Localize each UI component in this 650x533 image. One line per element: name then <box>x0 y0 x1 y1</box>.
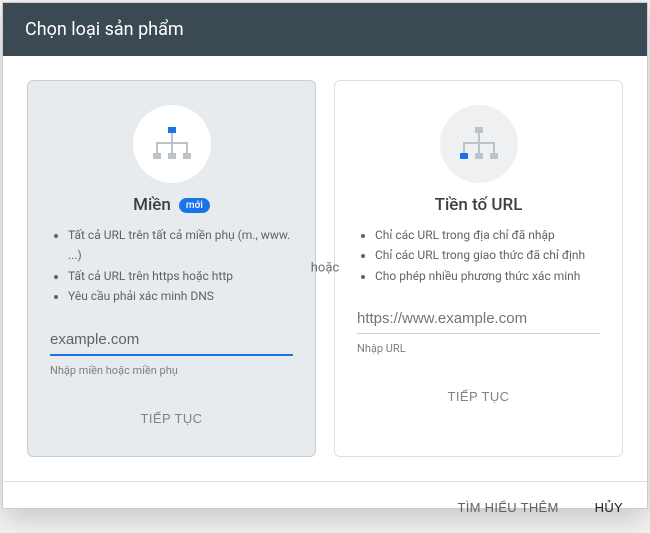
prefix-input-helper: Nhập URL <box>357 342 600 355</box>
or-label: hoặc <box>311 261 339 276</box>
list-item: Tất cả URL trên tất cả miền phụ (m., www… <box>68 225 295 266</box>
dialog-header: Chọn loại sản phẩm <box>3 3 647 56</box>
card-domain-title: Miền <box>133 195 171 215</box>
card-url-prefix[interactable]: Tiền tố URL Chỉ các URL trong địa chỉ đã… <box>334 80 623 457</box>
card-prefix-title: Tiền tố URL <box>435 195 523 215</box>
dialog-footer: TÌM HIỂU THÊM HỦY <box>3 481 647 533</box>
list-item: Tất cả URL trên https hoặc http <box>68 266 295 286</box>
continue-button-prefix[interactable]: TIẾP TỤC <box>436 381 522 412</box>
card-domain-title-row: Miền mới <box>133 195 210 215</box>
prefix-input-box: Nhập URL <box>355 304 602 355</box>
dialog-title: Chọn loại sản phẩm <box>25 19 184 40</box>
sitemap-icon <box>440 105 518 183</box>
list-item: Chỉ các URL trong giao thức đã chỉ định <box>375 245 602 265</box>
list-item: Yêu cầu phải xác minh DNS <box>68 286 295 306</box>
card-domain-bullets: Tất cả URL trên tất cả miền phụ (m., www… <box>48 225 295 307</box>
list-item: Chỉ các URL trong địa chỉ đã nhập <box>375 225 602 245</box>
url-prefix-input[interactable] <box>357 304 600 334</box>
domain-input-helper: Nhập miền hoặc miền phụ <box>50 364 293 377</box>
card-domain[interactable]: Miền mới Tất cả URL trên tất cả miền phụ… <box>27 80 316 457</box>
new-badge: mới <box>179 198 210 213</box>
domain-input-box: Nhập miền hoặc miền phụ <box>48 325 295 377</box>
dialog-body: hoặc Miền mới Tất cả URL trên tất cả miề… <box>3 56 647 481</box>
card-prefix-title-row: Tiền tố URL <box>435 195 523 215</box>
list-item: Cho phép nhiều phương thức xác minh <box>375 266 602 286</box>
domain-input[interactable] <box>50 325 293 356</box>
learn-more-button[interactable]: TÌM HIỂU THÊM <box>453 492 562 523</box>
cancel-button[interactable]: HỦY <box>591 492 627 523</box>
card-prefix-bullets: Chỉ các URL trong địa chỉ đã nhập Chỉ cá… <box>355 225 602 286</box>
continue-button-domain[interactable]: TIẾP TỤC <box>129 403 215 434</box>
product-type-dialog: Chọn loại sản phẩm hoặc Miền mới Tất cả … <box>2 2 648 509</box>
sitemap-icon <box>133 105 211 183</box>
